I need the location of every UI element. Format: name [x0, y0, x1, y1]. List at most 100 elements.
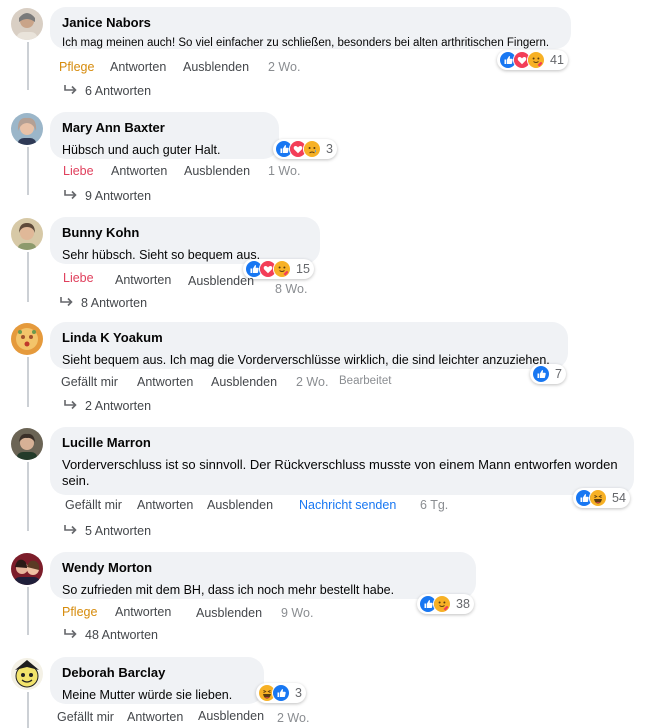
reply-arrow-icon	[64, 400, 77, 410]
commenter-name[interactable]: Janice Nabors	[62, 15, 559, 31]
commenter-name[interactable]: Mary Ann Baxter	[62, 120, 267, 136]
reply-button[interactable]: Antworten	[110, 59, 166, 75]
haha-icon	[589, 489, 607, 507]
reaction-summary[interactable]: 54	[573, 488, 630, 508]
commenter-name[interactable]: Linda K Yoakum	[62, 330, 556, 346]
reaction-summary[interactable]: 3	[273, 139, 337, 159]
view-replies-link[interactable]: 9 Antworten	[63, 188, 151, 204]
replies-count: 6 Antworten	[85, 84, 152, 98]
replies-count: 8 Antworten	[81, 296, 148, 310]
avatar[interactable]	[11, 553, 43, 585]
like-icon	[272, 684, 290, 702]
replies-count: 9 Antworten	[85, 189, 152, 203]
view-replies-link[interactable]: 8 Antworten	[59, 295, 147, 311]
comment-bubble: Bunny Kohn Sehr hübsch. Sieht so bequem …	[50, 217, 320, 264]
reply-button[interactable]: Antworten	[115, 604, 171, 620]
timestamp[interactable]: 9 Wo.	[281, 605, 313, 621]
reply-arrow-icon	[64, 629, 77, 639]
avatar[interactable]	[11, 658, 43, 690]
view-replies-link[interactable]: 5 Antworten	[63, 523, 151, 539]
send-message-link[interactable]: Nachricht senden	[299, 497, 396, 513]
reply-arrow-icon	[64, 85, 77, 95]
comment-bubble: Deborah Barclay Meine Mutter würde sie l…	[50, 657, 264, 704]
timestamp[interactable]: 2 Wo.	[277, 710, 309, 726]
hide-button[interactable]: Ausblenden	[183, 59, 249, 75]
reaction-count: 7	[555, 367, 562, 381]
thread-line	[27, 147, 29, 195]
like-button[interactable]: Gefällt mir	[57, 709, 114, 725]
timestamp[interactable]: 6 Tg.	[420, 497, 448, 513]
commenter-name[interactable]: Lucille Marron	[62, 435, 622, 451]
thread-line	[27, 462, 29, 531]
thread-line	[27, 587, 29, 635]
edited-label[interactable]: Bearbeitet	[339, 373, 391, 389]
comment-bubble: Mary Ann Baxter Hübsch und auch guter Ha…	[50, 112, 279, 159]
view-replies-link[interactable]: 48 Antworten	[63, 627, 158, 643]
care-icon	[527, 51, 545, 69]
comment-bubble: Janice Nabors Ich mag meinen auch! So vi…	[50, 7, 571, 49]
view-replies-link[interactable]: 2 Antworten	[63, 398, 151, 414]
hide-button[interactable]: Ausblenden	[198, 708, 264, 724]
avatar[interactable]	[11, 8, 43, 40]
like-icon	[532, 365, 550, 383]
commenter-name[interactable]: Wendy Morton	[62, 560, 464, 576]
react-button[interactable]: Pflege	[62, 604, 97, 620]
comment-bubble: Lucille Marron Vorderverschluss ist so s…	[50, 427, 634, 495]
avatar[interactable]	[11, 428, 43, 460]
avatar[interactable]	[11, 218, 43, 250]
reply-arrow-icon	[64, 190, 77, 200]
reaction-count: 38	[456, 597, 470, 611]
reaction-count: 41	[550, 53, 564, 67]
reply-arrow-icon	[64, 525, 77, 535]
reply-button[interactable]: Antworten	[137, 497, 193, 513]
thread-line	[27, 252, 29, 302]
reply-button[interactable]: Antworten	[137, 374, 193, 390]
care-icon	[273, 260, 291, 278]
react-button[interactable]: Pflege	[59, 59, 94, 75]
reaction-summary[interactable]: 3	[256, 683, 306, 703]
hide-button[interactable]: Ausblenden	[188, 273, 254, 289]
reaction-summary[interactable]: 41	[497, 50, 568, 70]
reaction-summary[interactable]: 38	[417, 594, 474, 614]
react-button[interactable]: Liebe	[63, 270, 94, 286]
reaction-count: 54	[612, 491, 626, 505]
comment-text: So zufrieden mit dem BH, dass ich noch m…	[62, 583, 395, 597]
comment-text: Sieht bequem aus. Ich mag die Vordervers…	[62, 353, 550, 367]
comment-text: Ich mag meinen auch! So viel einfacher z…	[62, 37, 550, 49]
replies-count: 5 Antworten	[85, 524, 152, 538]
hide-button[interactable]: Ausblenden	[211, 374, 277, 390]
thread-line	[27, 42, 29, 90]
hide-button[interactable]: Ausblenden	[196, 605, 262, 621]
comment-text: Hübsch und auch guter Halt.	[62, 143, 221, 157]
like-button[interactable]: Gefällt mir	[65, 497, 122, 513]
reaction-count: 15	[296, 262, 310, 276]
commenter-name[interactable]: Deborah Barclay	[62, 665, 252, 681]
reaction-count: 3	[295, 686, 302, 700]
timestamp[interactable]: 8 Wo.	[275, 281, 307, 297]
sad-icon	[303, 140, 321, 158]
view-replies-link[interactable]: 6 Antworten	[63, 83, 151, 99]
reaction-count: 3	[326, 142, 333, 156]
avatar[interactable]	[11, 323, 43, 355]
react-button[interactable]: Liebe	[63, 163, 94, 179]
thread-line	[27, 692, 29, 728]
comment-bubble: Linda K Yoakum Sieht bequem aus. Ich mag…	[50, 322, 568, 369]
reaction-summary[interactable]: 7	[530, 364, 566, 384]
comment-text: Vorderverschluss ist so sinnvoll. Der Rü…	[62, 457, 618, 488]
timestamp[interactable]: 1 Wo.	[268, 163, 300, 179]
comment-text: Meine Mutter würde sie lieben.	[62, 688, 233, 702]
hide-button[interactable]: Ausblenden	[207, 497, 273, 513]
avatar[interactable]	[11, 113, 43, 145]
replies-count: 48 Antworten	[85, 628, 158, 642]
commenter-name[interactable]: Bunny Kohn	[62, 225, 308, 241]
reply-button[interactable]: Antworten	[127, 709, 183, 725]
hide-button[interactable]: Ausblenden	[184, 163, 250, 179]
comment-bubble: Wendy Morton So zufrieden mit dem BH, da…	[50, 552, 476, 599]
reply-button[interactable]: Antworten	[111, 163, 167, 179]
timestamp[interactable]: 2 Wo.	[268, 59, 300, 75]
reply-button[interactable]: Antworten	[115, 272, 171, 288]
reply-arrow-icon	[60, 297, 73, 307]
timestamp[interactable]: 2 Wo.	[296, 374, 328, 390]
care-icon	[433, 595, 451, 613]
like-button[interactable]: Gefällt mir	[61, 374, 118, 390]
